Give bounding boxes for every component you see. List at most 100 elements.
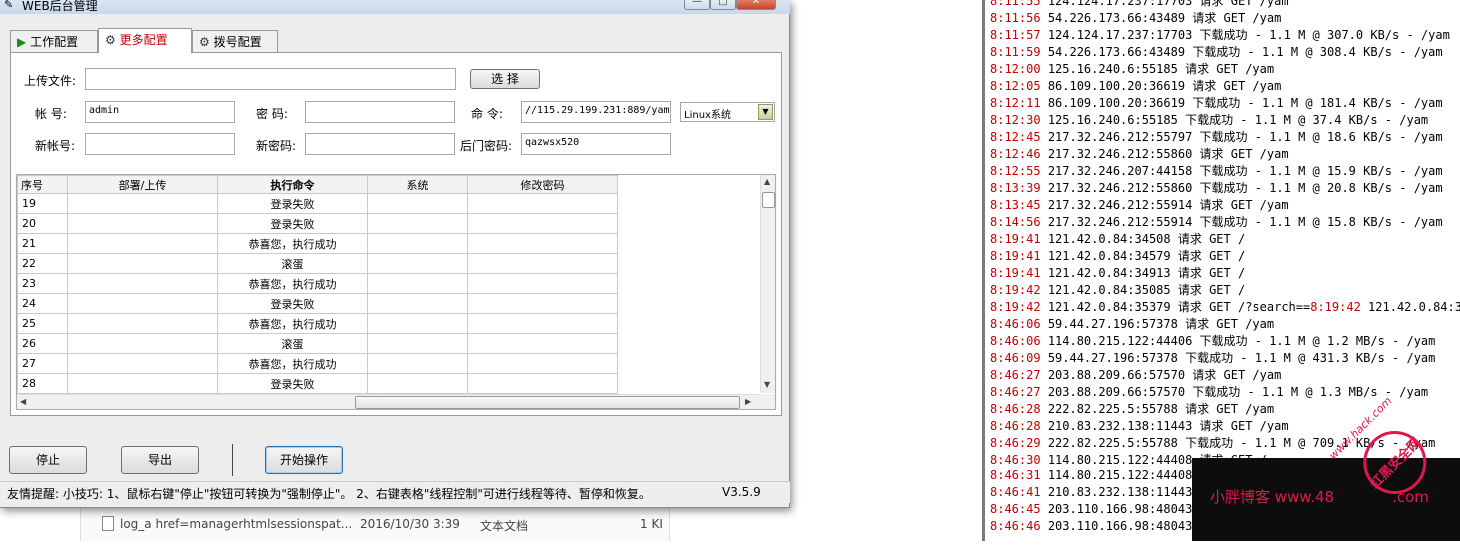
window-title: WEB后台管理 xyxy=(22,0,98,13)
cell-id: 26 xyxy=(17,333,68,354)
gear-icon: ⚙ xyxy=(199,35,210,49)
cell-system xyxy=(367,253,468,274)
table-row[interactable]: 19 登录失败 xyxy=(17,193,618,214)
gear-icon: ⚙ xyxy=(105,33,116,47)
log-timestamp: 8:46:31 xyxy=(990,468,1041,482)
scroll-left-icon[interactable]: ◀ xyxy=(20,397,26,406)
scroll-up-icon[interactable]: ▲ xyxy=(764,177,770,186)
cell-deploy xyxy=(67,373,218,394)
results-table: 序号 部署/上传 执行命令 系统 修改密码 19 登录失败 20 登录失败 21 恭喜… xyxy=(17,175,618,394)
password-input[interactable] xyxy=(305,101,455,123)
maximize-button[interactable]: □ xyxy=(710,0,736,10)
cell-passwd xyxy=(467,213,618,234)
os-select[interactable]: Linux系统 ▼ xyxy=(680,102,775,122)
table-row[interactable]: 27 恭喜您，执行成功 xyxy=(17,353,618,374)
upload-file-input[interactable] xyxy=(85,68,456,90)
cell-passwd xyxy=(467,353,618,374)
scroll-thumb[interactable] xyxy=(762,192,775,208)
table-row[interactable]: 23 恭喜您，执行成功 xyxy=(17,273,618,294)
log-message: 125.16.240.6:55185 请求 GET /yam xyxy=(1047,62,1275,76)
minimize-button[interactable]: — xyxy=(684,0,710,10)
tab-label: 拨号配置 xyxy=(213,35,262,49)
new-account-input[interactable] xyxy=(85,133,235,155)
close-button[interactable]: ✕ xyxy=(736,0,776,10)
log-timestamp: 8:19:42 xyxy=(990,300,1041,314)
log-timestamp: 8:46:06 xyxy=(990,334,1041,348)
cell-command: 登录失败 xyxy=(217,193,368,214)
export-button[interactable]: 导出 xyxy=(121,446,199,474)
log-line: 8:11:57 124.124.17.237:17703 下载成功 - 1.1 … xyxy=(990,26,1450,43)
log-message: 217.32.246.212:55860 下载成功 - 1.1 M @ 20.8… xyxy=(1047,181,1443,195)
web-admin-window: ✎ WEB后台管理 — □ ✕ ▶ 工作配置 ⚙ 更多配置 ⚙ 拨号配置 上传文… xyxy=(0,0,790,508)
log-line: 8:46:27 203.88.209.66:57570 请求 GET /yam xyxy=(990,366,1281,383)
log-timestamp: 8:46:28 xyxy=(990,402,1041,416)
tab-dial-config[interactable]: ⚙ 拨号配置 xyxy=(192,30,278,52)
horizontal-scroll-thumb[interactable] xyxy=(355,396,740,409)
cell-deploy xyxy=(67,313,218,334)
log-message: 203.88.209.66:57570 请求 GET /yam xyxy=(1047,368,1282,382)
status-bar: 友情提醒: 小技巧: 1、鼠标右键"停止"按钮可转换为"强制停止"。 2、右键表… xyxy=(0,481,790,503)
column-header[interactable]: 执行命令 xyxy=(217,175,368,194)
table-row[interactable]: 21 恭喜您，执行成功 xyxy=(17,233,618,254)
start-operation-button[interactable]: 开始操作 xyxy=(265,446,343,474)
cell-command: 恭喜您，执行成功 xyxy=(217,353,368,374)
results-grid[interactable]: 序号 部署/上传 执行命令 系统 修改密码 19 登录失败 20 登录失败 21 恭喜… xyxy=(16,174,776,410)
log-line: 8:11:55 124.124.17.237:17703 请求 GET /yam xyxy=(990,0,1289,9)
table-row[interactable]: 25 恭喜您，执行成功 xyxy=(17,313,618,334)
new-account-label: 新帐号: xyxy=(35,139,76,153)
stop-button[interactable]: 停止 xyxy=(9,446,87,474)
scroll-down-icon[interactable]: ▼ xyxy=(764,380,770,389)
backdoor-password-input[interactable]: qazwsx520 xyxy=(521,133,671,155)
command-input[interactable]: //115.29.199.231:889/yam xyxy=(521,101,671,123)
log-message: 217.32.246.212:55914 下载成功 - 1.1 M @ 15.8… xyxy=(1047,215,1443,229)
table-row[interactable]: 24 登录失败 xyxy=(17,293,618,314)
os-select-value: Linux系统 xyxy=(684,110,731,121)
app-icon: ✎ xyxy=(4,0,14,11)
file-type: 文本文档 xyxy=(480,519,529,533)
tab-label: 更多配置 xyxy=(119,33,168,47)
log-message: 217.32.246.207:44158 下载成功 - 1.1 M @ 15.9… xyxy=(1047,164,1443,178)
title-bar[interactable]: ✎ WEB后台管理 — □ ✕ xyxy=(0,0,790,14)
log-timestamp: 8:11:57 xyxy=(990,28,1041,42)
table-row[interactable]: 28 登录失败 xyxy=(17,373,618,394)
log-message: 203.110.166.98:48043 xyxy=(1047,519,1193,533)
tab-more-config[interactable]: ⚙ 更多配置 xyxy=(98,28,192,53)
table-row[interactable]: 26 滚蛋 xyxy=(17,333,618,354)
cell-system xyxy=(367,353,468,374)
column-header[interactable]: 系统 xyxy=(367,175,468,194)
cell-deploy xyxy=(67,293,218,314)
text-file-icon xyxy=(102,516,114,531)
log-message: 114.80.215.122:44408 xyxy=(1047,468,1193,482)
status-tip: 友情提醒: 小技巧: 1、鼠标右键"停止"按钮可转换为"强制停止"。 2、右键表… xyxy=(7,487,651,501)
log-line: 8:46:46 203.110.166.98:48043 xyxy=(990,519,1192,536)
file-name[interactable]: log_a href=managerhtmlsessionspat... xyxy=(120,517,352,531)
log-timestamp: 8:12:00 xyxy=(990,62,1041,76)
log-message: 121.42.0.84:35085 请求 GET / xyxy=(1047,283,1246,297)
cell-deploy xyxy=(67,353,218,374)
log-timestamp: 8:12:30 xyxy=(990,113,1041,127)
column-header[interactable]: 部署/上传 xyxy=(67,175,218,194)
log-timestamp: 8:11:59 xyxy=(990,45,1041,59)
log-message: 54.226.173.66:43489 请求 GET /yam xyxy=(1047,11,1282,25)
account-input[interactable]: admin xyxy=(85,101,235,123)
log-timestamp: 8:46:46 xyxy=(990,519,1041,533)
log-timestamp: 8:12:46 xyxy=(990,147,1041,161)
column-header[interactable]: 修改密码 xyxy=(467,175,618,194)
table-row[interactable]: 20 登录失败 xyxy=(17,213,618,234)
cell-system xyxy=(367,373,468,394)
log-message: 124.124.17.237:17703 请求 GET /yam xyxy=(1047,0,1289,8)
log-timestamp: 8:19:42 xyxy=(1310,300,1361,314)
cell-passwd xyxy=(467,233,618,254)
column-header[interactable]: 序号 xyxy=(17,175,68,194)
cell-passwd xyxy=(467,253,618,274)
tab-work-config[interactable]: ▶ 工作配置 xyxy=(10,30,98,52)
table-row[interactable]: 22 滚蛋 xyxy=(17,253,618,274)
cell-command: 恭喜您，执行成功 xyxy=(217,313,368,334)
vertical-scrollbar[interactable]: ▲ ▼ xyxy=(760,175,775,393)
log-timestamp: 8:46:09 xyxy=(990,351,1041,365)
new-password-input[interactable] xyxy=(305,133,455,155)
select-file-button[interactable]: 选 择 xyxy=(470,69,540,89)
horizontal-scrollbar[interactable]: ◀ ▶ xyxy=(17,394,760,409)
cell-deploy xyxy=(67,193,218,214)
scroll-right-icon[interactable]: ▶ xyxy=(745,397,751,406)
